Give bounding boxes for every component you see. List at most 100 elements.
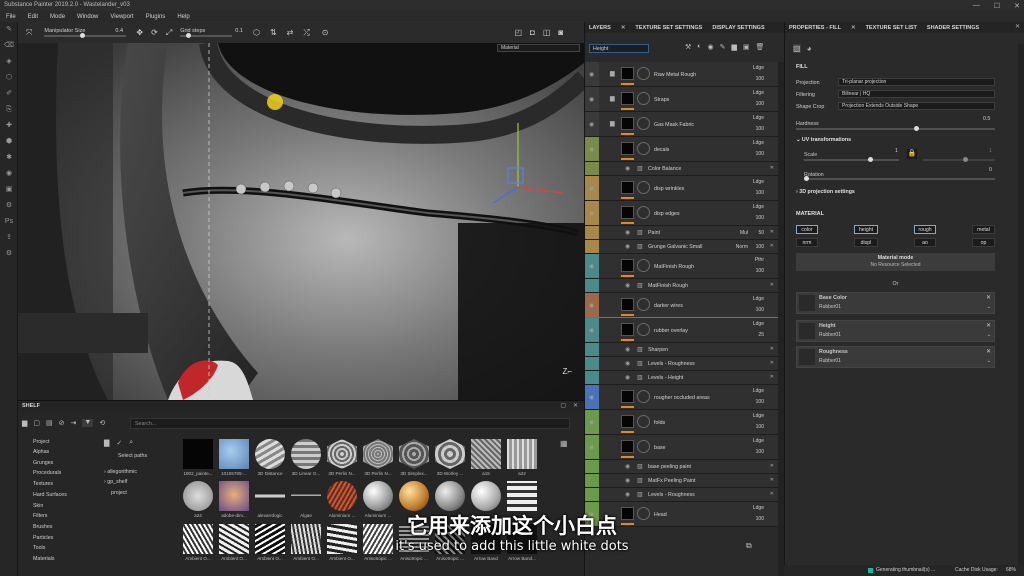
layer-opacity[interactable]: 100 — [756, 424, 764, 430]
remove-effect-icon[interactable]: ✕ — [770, 374, 774, 380]
shelf-cat-hard-surfaces[interactable]: Hard Surfaces — [33, 492, 67, 498]
folder-icon[interactable]: ▆ — [22, 419, 27, 427]
shelf-cat-textures[interactable]: Textures — [33, 481, 53, 487]
layer-row[interactable]: ◉ disp edges Ldge 100 — [585, 201, 778, 226]
menu-mode[interactable]: Mode — [50, 14, 65, 20]
layer-effect-row[interactable]: ◉ ▥ ✕ Levels - Height — [585, 371, 778, 385]
visibility-eye-icon[interactable]: ◉ — [589, 121, 594, 128]
channel-nrm-toggle[interactable]: nrm — [796, 238, 818, 247]
properties-scrollbar[interactable] — [1018, 44, 1024, 576]
layer-opacity[interactable]: 100 — [756, 244, 764, 250]
channel-rough-toggle[interactable]: rough — [914, 225, 936, 234]
tab-shader-settings[interactable]: SHADER SETTINGS — [927, 25, 979, 31]
filtering-select[interactable]: Bilinear | HQ — [838, 90, 995, 98]
visibility-eye-icon[interactable]: ◉ — [589, 302, 594, 309]
layer-opacity[interactable]: 100 — [756, 449, 764, 455]
uv-transformations-header[interactable]: ⌄ UV transformations — [796, 137, 851, 143]
screenshot-icon[interactable]: ◙ — [558, 28, 563, 37]
layer-blend-mode[interactable]: Ldge — [753, 296, 764, 302]
layer-mask-icon[interactable] — [637, 67, 650, 80]
layer-blend-mode[interactable]: Ldge — [753, 204, 764, 210]
mirror-icon[interactable]: ⇄ — [287, 28, 294, 37]
remove-effect-icon[interactable]: ✕ — [770, 229, 774, 235]
layer-mask-icon[interactable] — [637, 206, 650, 219]
layer-mask-icon[interactable] — [637, 298, 650, 311]
shelf-maximize-icon[interactable]: ▢ — [560, 402, 566, 409]
menu-help[interactable]: Help — [177, 14, 189, 20]
material-mode-button[interactable]: Material mode No Resource Selected — [796, 253, 995, 271]
slot-clear-icon[interactable]: ✕ — [986, 322, 991, 329]
layer-mask-icon[interactable] — [637, 142, 650, 155]
remove-effect-icon[interactable]: ✕ — [770, 477, 774, 483]
align-icon[interactable]: ⇅ — [270, 28, 277, 37]
channel-filter-select[interactable]: Height — [589, 44, 649, 53]
layer-row[interactable]: ◉ MatFinish Rough Pthr 100 — [585, 254, 778, 279]
picker-icon[interactable]: ✚ — [0, 118, 18, 134]
add-layer-icon[interactable]: ▣ — [743, 43, 750, 51]
shelf-item[interactable] — [255, 439, 285, 469]
check-icon[interactable]: ✓ — [116, 439, 122, 447]
layer-row[interactable]: ◉ disp wrinkles Ldge 100 — [585, 176, 778, 201]
layer-opacity[interactable]: 100 — [756, 190, 764, 196]
layer-opacity[interactable]: 100 — [756, 101, 764, 107]
render-icon[interactable]: ▣ — [0, 182, 18, 198]
manipulator-size-slider[interactable] — [44, 33, 127, 38]
layer-opacity[interactable]: 100 — [756, 126, 764, 132]
symmetry-icon[interactable]: ⤧ — [26, 28, 32, 38]
shelf-item[interactable] — [183, 481, 213, 511]
visibility-eye-icon[interactable]: ◉ — [625, 243, 630, 250]
layer-effect-row[interactable]: ◉ ▥ ✕ MatFx Peeling Paint — [585, 474, 778, 488]
visibility-eye-icon[interactable]: ◉ — [625, 346, 630, 353]
tab-close-icon[interactable]: ✕ — [851, 25, 856, 31]
visibility-eye-icon[interactable]: ◉ — [589, 327, 594, 334]
3d-projection-header[interactable]: › 3D projection settings — [796, 189, 855, 195]
layer-mask-icon[interactable] — [637, 323, 650, 336]
shelf-item[interactable] — [291, 439, 321, 469]
scale-slider[interactable] — [804, 157, 899, 162]
rotation-slider[interactable] — [804, 176, 995, 181]
tab-properties-fill[interactable]: PROPERTIES - FILL — [789, 25, 841, 31]
menu-viewport[interactable]: Viewport — [110, 14, 133, 20]
layer-mask-icon[interactable] — [637, 390, 650, 403]
shelf-item[interactable] — [255, 481, 285, 511]
material-picker-icon[interactable]: ⬢ — [0, 134, 18, 150]
layer-opacity[interactable]: 100 — [756, 307, 764, 313]
projection-icon[interactable]: ◈ — [0, 54, 18, 70]
layer-effect-row[interactable]: ◉ ▥ ✕ Levels - Roughness — [585, 357, 778, 371]
layer-opacity[interactable]: 25 — [758, 332, 764, 338]
visibility-eye-icon[interactable]: ◉ — [625, 165, 630, 172]
tab-display-settings[interactable]: DISPLAY SETTINGS — [712, 25, 764, 31]
plugin-icon[interactable]: ⚙ — [0, 198, 18, 214]
paint-brush-icon[interactable]: ✎ — [0, 22, 18, 38]
layer-row[interactable]: ◉ folds Ldge 100 — [585, 410, 778, 435]
visibility-eye-icon[interactable]: ◉ — [625, 491, 630, 498]
import-icon[interactable]: ▤ — [46, 419, 53, 427]
remove-effect-icon[interactable]: ✕ — [770, 243, 774, 249]
shelf-item[interactable] — [507, 439, 537, 469]
refresh-icon[interactable]: ⟲ — [99, 419, 105, 427]
shelf-cat-materials[interactable]: Materials — [33, 556, 55, 562]
tree-item-allegorithmic[interactable]: › allegorithmic — [104, 469, 137, 475]
layer-row[interactable]: ◉ rougher occluded areas Ldge 100 — [585, 385, 778, 410]
tab-texture-set-list[interactable]: TEXTURE SET LIST — [866, 25, 917, 31]
add-folder-layer-icon[interactable]: ▆ — [732, 43, 737, 51]
visibility-eye-icon[interactable]: ◉ — [589, 444, 594, 451]
shelf-item[interactable] — [219, 439, 249, 469]
layer-row[interactable]: ◉ base Ldge 100 — [585, 435, 778, 460]
layer-opacity[interactable]: 100 — [756, 76, 764, 82]
export-icon[interactable]: ⇪ — [0, 230, 18, 246]
folder-icon[interactable]: ▆ — [610, 120, 615, 127]
channel-color-toggle[interactable]: color — [796, 225, 818, 234]
shelf-search-input[interactable]: Search... — [130, 418, 570, 429]
geometry-mask-icon[interactable]: ⬡ — [0, 70, 18, 86]
visibility-eye-icon[interactable]: ◉ — [625, 477, 630, 484]
add-paint-icon[interactable]: ✎ — [720, 43, 726, 51]
smudge-icon[interactable]: ✐ — [0, 86, 18, 102]
layer-blend-mode[interactable]: Norm — [736, 244, 748, 250]
height-slot[interactable]: Height Rubber01 ✕ ⌄ — [796, 320, 995, 342]
layer-blend-mode[interactable]: Ldge — [753, 65, 764, 71]
base-color-slot[interactable]: Base Color Rubber01 ✕ ⌄ — [796, 292, 995, 314]
visibility-eye-icon[interactable]: ◉ — [625, 463, 630, 470]
hardness-slider[interactable] — [796, 126, 995, 131]
layer-opacity[interactable]: 100 — [756, 268, 764, 274]
